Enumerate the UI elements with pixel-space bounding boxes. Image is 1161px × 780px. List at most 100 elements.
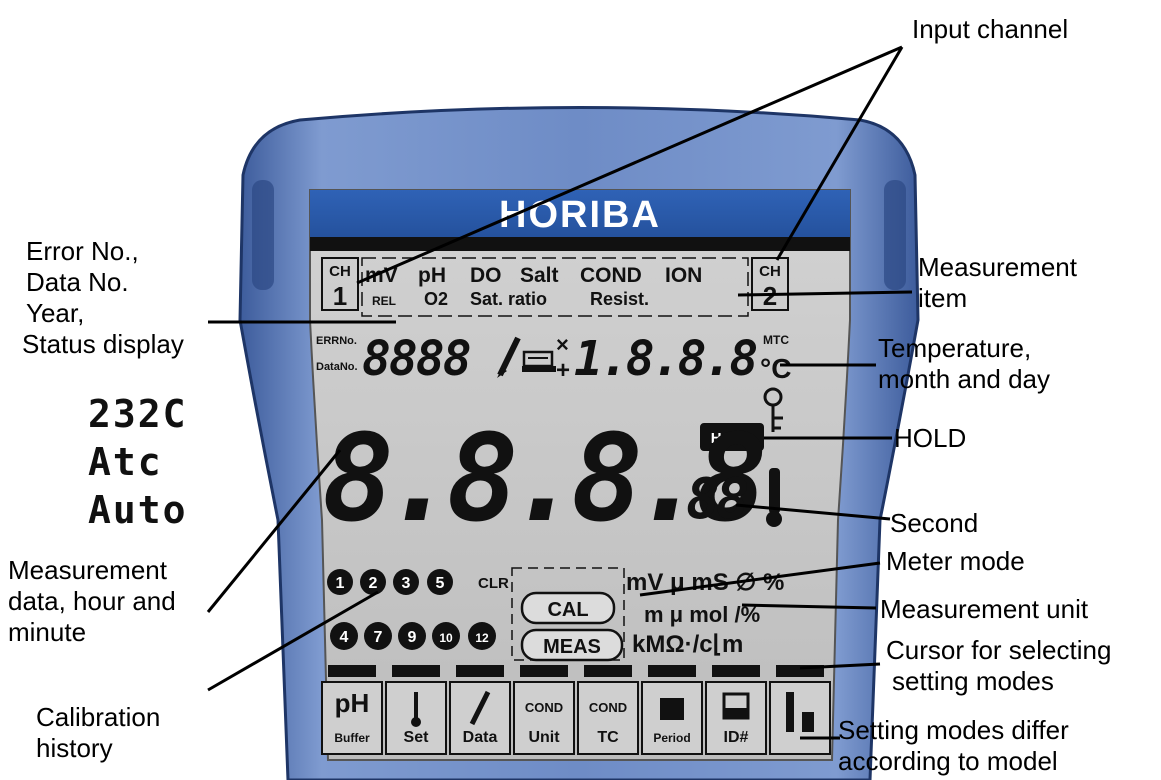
svg-text:Unit: Unit — [528, 729, 560, 746]
cal-point-1: 1 — [327, 569, 353, 595]
label-error-no: Error No., Data No. Year, Status display — [22, 236, 184, 360]
ch2-label: CH — [759, 263, 781, 280]
status-example-auto: Auto — [88, 488, 188, 532]
mtc-label: MTC — [763, 333, 789, 347]
svg-text:Data: Data — [463, 729, 498, 746]
label-error-no-line2: Data No. — [26, 267, 129, 297]
tools-tab-icon-b — [802, 712, 814, 732]
ch2-number: 2 — [763, 281, 777, 311]
svg-text:COND: COND — [589, 700, 627, 715]
multiply-plus-icon: × + — [556, 332, 570, 384]
svg-text:ID#: ID# — [724, 729, 749, 746]
ch1-label: CH — [329, 263, 351, 280]
units-row3: kMΩ·/c⌊m — [632, 631, 743, 658]
cal-point-5: 5 — [427, 569, 453, 595]
cursor-bar — [776, 665, 824, 677]
label-cursor-line1: Cursor for selecting — [886, 635, 1112, 665]
label-measurement-data-line1: Measurement — [8, 555, 167, 585]
svg-text:7: 7 — [374, 629, 383, 646]
ch1-number: 1 — [333, 281, 347, 311]
label-measurement-item-line2: item — [918, 283, 968, 313]
item-bottom-1: O2 — [424, 289, 448, 309]
cursor-bar — [392, 665, 440, 677]
setting-tab-4: COND TC — [577, 681, 639, 755]
item-cond: COND — [580, 264, 642, 287]
label-calibration-line1: Calibration — [36, 702, 161, 732]
label-hold: HOLD — [894, 423, 967, 453]
setting-tab-7 — [769, 681, 831, 755]
setting-tab-0: pH Buffer — [321, 681, 383, 755]
label-measurement-data-line2: data, hour and — [8, 586, 176, 616]
brand-underline — [310, 237, 850, 251]
item-bottom-0: REL — [372, 294, 396, 308]
tools-tab-icon — [786, 692, 794, 732]
cal-point-4: 4 — [330, 622, 358, 650]
label-error-no-line1: Error No., — [26, 236, 139, 266]
item-bottom-3: Resist. — [590, 289, 649, 309]
label-error-no-line4: Status display — [22, 329, 184, 359]
units-row1: mV μ mS ∅ % — [626, 569, 784, 596]
item-ion: ION — [665, 264, 702, 287]
left-grip — [252, 180, 274, 290]
err-no-label: ERRNo. — [316, 335, 357, 347]
meas-label: MEAS — [543, 636, 601, 658]
clr-label: CLR — [478, 575, 509, 592]
cursor-bar — [648, 665, 696, 677]
thermometer-tab-icon — [414, 692, 418, 720]
svg-text:COND: COND — [525, 700, 563, 715]
svg-text:5: 5 — [436, 575, 445, 592]
svg-text:×: × — [556, 332, 569, 357]
label-meter-mode: Meter mode — [886, 546, 1025, 576]
item-mv: mV — [365, 264, 398, 287]
thermometer-bulb-icon — [411, 717, 421, 727]
label-second: Second — [890, 508, 979, 538]
label-setting-modes: Setting modes differ according to model — [838, 715, 1069, 777]
label-temperature: Temperature, month and day — [878, 333, 1050, 395]
setting-tab-3: COND Unit — [513, 681, 575, 755]
label-measurement-data-line3: minute — [8, 617, 87, 647]
cal-point-12: 12 — [468, 622, 496, 650]
cursor-bar — [456, 665, 504, 677]
folder-tab-icon — [660, 698, 684, 720]
label-measurement-unit: Measurement unit — [880, 594, 1089, 624]
svg-text:1: 1 — [336, 575, 345, 592]
status-example-232c: 232C — [88, 392, 188, 436]
label-temperature-line1: Temperature, — [878, 333, 1032, 363]
item-salt: Salt — [520, 264, 559, 287]
cal-point-7: 7 — [364, 622, 392, 650]
cal-point-10: 10 — [432, 622, 460, 650]
svg-text:+: + — [556, 357, 570, 384]
cal-point-9: 9 — [398, 622, 426, 650]
data-no-label: DataNo. — [316, 361, 358, 373]
cursor-bar — [584, 665, 632, 677]
units-row2: m μ mol /% — [644, 602, 760, 627]
svg-text:pH: pH — [335, 688, 370, 718]
small-digits: 8888 — [362, 331, 470, 387]
cursor-bar — [328, 665, 376, 677]
label-measurement-data: Measurement data, hour and minute — [8, 555, 176, 648]
cursor-bar — [712, 665, 760, 677]
cal-point-2: 2 — [360, 569, 386, 595]
label-calibration: Calibration history — [36, 702, 160, 764]
label-measurement-item-line1: Measurement — [918, 252, 1077, 282]
cursor-bar — [520, 665, 568, 677]
item-ph: pH — [418, 264, 446, 287]
status-example-atc: Atc — [88, 440, 163, 484]
svg-text:12: 12 — [475, 631, 489, 645]
svg-text:2: 2 — [369, 575, 378, 592]
svg-text:9: 9 — [408, 629, 417, 646]
seconds-digits: 88 — [686, 467, 748, 532]
temperature-digits: 1.8.8.8 — [574, 331, 756, 387]
item-bottom-2: Sat. ratio — [470, 289, 547, 309]
label-calibration-line2: history — [36, 733, 113, 763]
svg-text:10: 10 — [439, 631, 453, 645]
beaker-fill-icon — [724, 708, 748, 718]
label-setting-modes-line1: Setting modes differ — [838, 715, 1069, 745]
svg-text:Set: Set — [404, 729, 430, 746]
brand-logo: HORIBA — [499, 194, 661, 236]
label-setting-modes-line2: according to model — [838, 746, 1058, 776]
label-input-channel: Input channel — [912, 14, 1069, 44]
item-do: DO — [470, 264, 502, 287]
deg-c-label: °C — [760, 353, 791, 384]
right-grip — [884, 180, 906, 290]
